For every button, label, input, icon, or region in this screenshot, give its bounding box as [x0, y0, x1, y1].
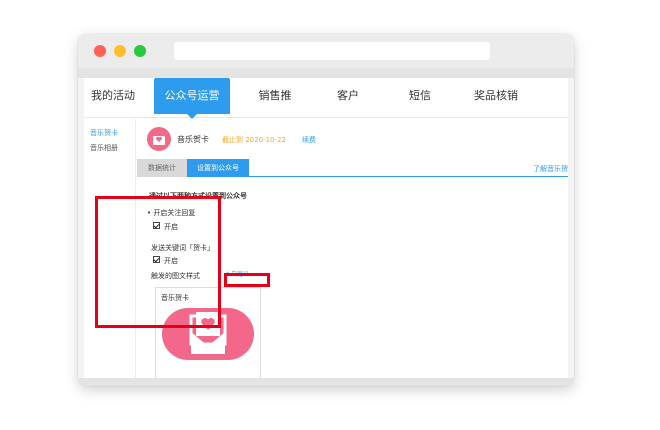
maximize-window-button[interactable] — [134, 45, 146, 57]
expiry-date: 截止到 2020-10-22 — [222, 136, 286, 144]
top-nav: 我的活动 公众号运营 销售推 客户 短信 奖品核销 — [84, 78, 568, 119]
close-window-button[interactable] — [94, 45, 106, 57]
nav-item-sms[interactable]: 短信 — [400, 78, 440, 114]
nav-item-label: 公众号运营 — [164, 89, 220, 102]
nav-item-prize-redemption[interactable]: 奖品核销 — [466, 78, 526, 114]
nav-item-sales-promo[interactable]: 销售推 — [250, 78, 300, 114]
tab-data-stats[interactable]: 数据统计 — [137, 159, 187, 177]
nav-item-customers[interactable]: 客户 — [328, 78, 368, 114]
minimize-window-button[interactable] — [114, 45, 126, 57]
tab-bar: 数据统计 设置到公众号 了解音乐贺 — [137, 159, 568, 177]
nav-item-official-account[interactable]: 公众号运营 — [154, 78, 230, 119]
title-bar — [78, 34, 574, 68]
browser-toolbar — [78, 68, 574, 78]
nav-item-my-activities[interactable]: 我的活动 — [86, 78, 140, 114]
music-card-app-icon — [147, 127, 171, 151]
address-bar[interactable] — [174, 42, 490, 60]
horizontal-scrollbar[interactable] — [78, 378, 574, 386]
keyword-section-highlight — [95, 196, 221, 328]
app-name: 音乐贺卡 — [177, 135, 209, 144]
tab-setup-official-account[interactable]: 设置到公众号 — [187, 159, 249, 177]
learn-more-link[interactable]: 了解音乐贺 — [533, 164, 568, 174]
customize-button-highlight — [224, 273, 270, 287]
sidebar-item-music-card[interactable]: 音乐贺卡 — [90, 128, 118, 138]
renew-link[interactable]: 续费 — [302, 135, 316, 145]
sidebar-item-music-album[interactable]: 音乐相册 — [90, 143, 118, 153]
